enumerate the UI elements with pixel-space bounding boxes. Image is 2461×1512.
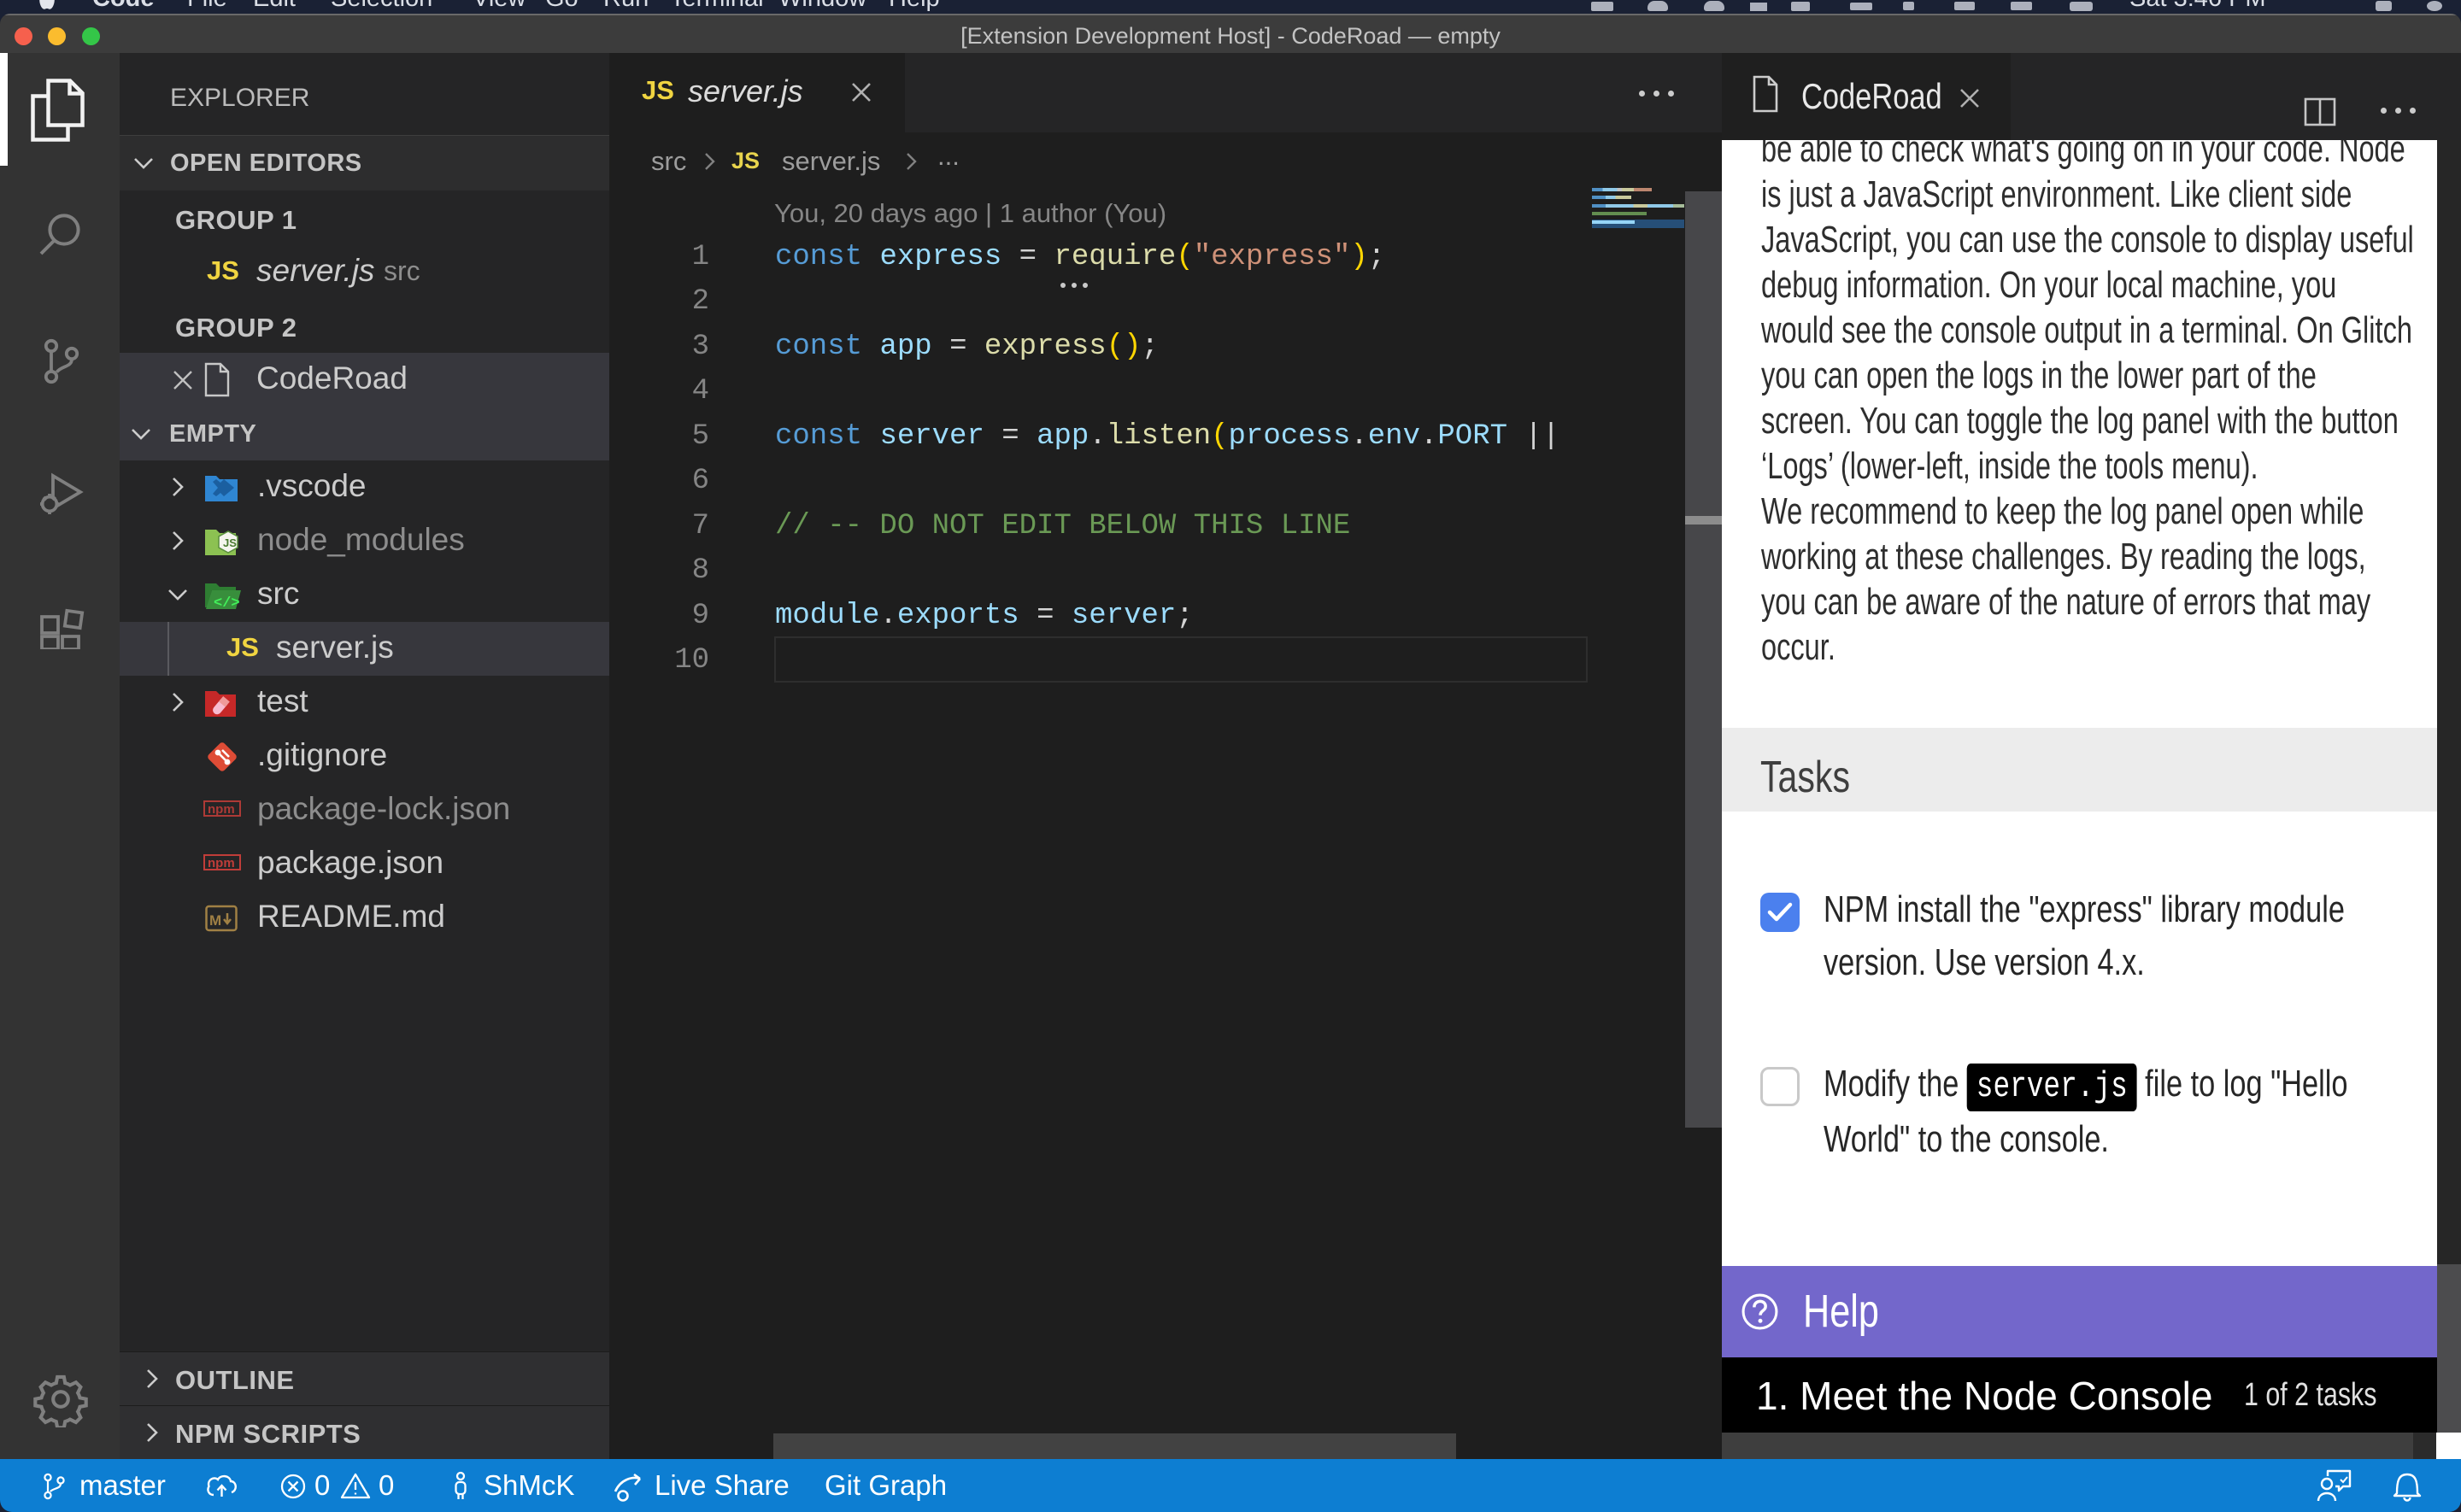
svg-text:npm: npm: [208, 856, 235, 870]
svg-text:JS: JS: [223, 536, 237, 549]
svg-text:</>: </>: [214, 595, 240, 612]
svg-text:M: M: [209, 912, 221, 929]
svg-text:npm: npm: [208, 802, 235, 817]
